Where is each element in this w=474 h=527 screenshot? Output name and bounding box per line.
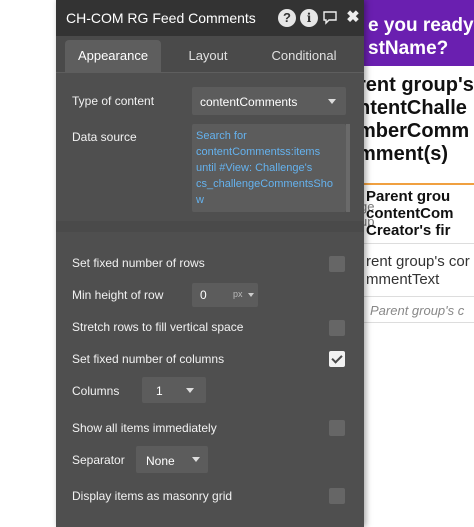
close-icon[interactable]: ✖ — [344, 9, 362, 27]
columns-dropdown[interactable]: 1 — [142, 377, 206, 403]
heading-line-2: ntentChalle — [358, 97, 467, 119]
panel-titlebar[interactable]: CH-COM RG Feed Comments ? i ✖ — [56, 0, 364, 36]
masonry-checkbox[interactable] — [329, 488, 345, 504]
heading-line-1: rent group's — [358, 74, 474, 96]
min-height-label: Min height of row — [72, 288, 164, 302]
data-source-line: w — [196, 194, 204, 206]
tab-conditional[interactable]: Conditional — [254, 40, 354, 72]
separator-dropdown[interactable]: None — [136, 446, 208, 473]
chevron-down-icon — [192, 457, 200, 462]
show-all-checkbox[interactable] — [329, 420, 345, 436]
card-line-2: contentCom — [366, 205, 454, 222]
banner-line-2: stName? — [368, 38, 449, 59]
canvas-purple-banner: e you ready C stName? — [360, 0, 474, 66]
panel-tabs: Appearance Layout Conditional — [56, 36, 364, 72]
columns-label: Columns — [72, 384, 120, 398]
heading-line-4: mment(s) — [358, 143, 449, 165]
data-source-expression[interactable]: Search for contentCommentss:items until … — [192, 124, 346, 212]
type-of-content-label: Type of content — [72, 94, 155, 108]
type-of-content-dropdown[interactable]: contentComments — [192, 87, 346, 115]
comment-text-line-2: mmentText — [366, 271, 440, 288]
data-source-line: contentCommentss:items — [196, 146, 321, 158]
layout-options-section — [56, 232, 364, 527]
chevron-down-icon — [328, 99, 336, 104]
info-icon[interactable]: i — [300, 9, 318, 27]
tab-appearance[interactable]: Appearance — [65, 40, 161, 72]
columns-value: 1 — [156, 384, 163, 398]
help-icon[interactable]: ? — [278, 9, 296, 27]
chevron-down-icon — [186, 388, 194, 393]
tab-layout[interactable]: Layout — [164, 40, 252, 72]
fixed-columns-checkbox[interactable] — [329, 351, 345, 367]
card-line-3: Creator's fir — [366, 222, 451, 239]
data-source-scrollbar[interactable] — [346, 124, 350, 212]
data-source-line: cs_challengeCommentsSho — [196, 178, 333, 190]
min-height-input[interactable]: 0 px — [192, 283, 258, 307]
panel-title: CH-COM RG Feed Comments — [66, 10, 256, 26]
canvas-left-area — [0, 0, 56, 527]
canvas-comment-text: rent group's cor mmentText — [366, 253, 470, 289]
card-line-1: Parent grou — [366, 188, 451, 205]
masonry-label: Display items as masonry grid — [72, 489, 233, 503]
min-height-unit[interactable]: px — [233, 289, 243, 299]
chevron-down-icon[interactable] — [248, 293, 254, 297]
data-source-line: until #View: Challenge's — [196, 162, 313, 174]
fixed-rows-checkbox[interactable] — [329, 256, 345, 272]
banner-line-1: e you ready C — [368, 15, 474, 36]
canvas-comment-card: ge up Parent grou contentCom Creator's fi… — [358, 185, 474, 244]
stretch-rows-label: Stretch rows to fill vertical space — [72, 320, 244, 334]
stretch-rows-checkbox[interactable] — [329, 320, 345, 336]
data-source-label: Data source — [72, 130, 137, 144]
separator-label: Separator — [72, 453, 125, 467]
canvas-heading: rent group's ntentChalle mberComm mment(… — [358, 74, 474, 166]
canvas-placeholder-text: Parent group's c — [370, 303, 465, 318]
min-height-value: 0 — [200, 288, 207, 302]
type-of-content-value: contentComments — [200, 95, 298, 109]
separator-value: None — [146, 454, 175, 468]
comment-text-line-1: rent group's cor — [366, 253, 470, 270]
fixed-rows-label: Set fixed number of rows — [72, 256, 205, 270]
property-editor-panel: CH-COM RG Feed Comments ? i ✖ Appearance… — [56, 0, 364, 527]
canvas-rule-2 — [358, 322, 474, 323]
card-bold-text: Parent grou contentCom Creator's fir — [366, 188, 454, 239]
heading-line-3: mberComm — [358, 120, 470, 142]
fixed-columns-label: Set fixed number of columns — [72, 352, 225, 366]
show-all-label: Show all items immediately — [72, 421, 217, 435]
comment-icon[interactable] — [321, 9, 339, 27]
canvas-rule — [358, 296, 474, 297]
data-source-line: Search for — [196, 130, 247, 142]
